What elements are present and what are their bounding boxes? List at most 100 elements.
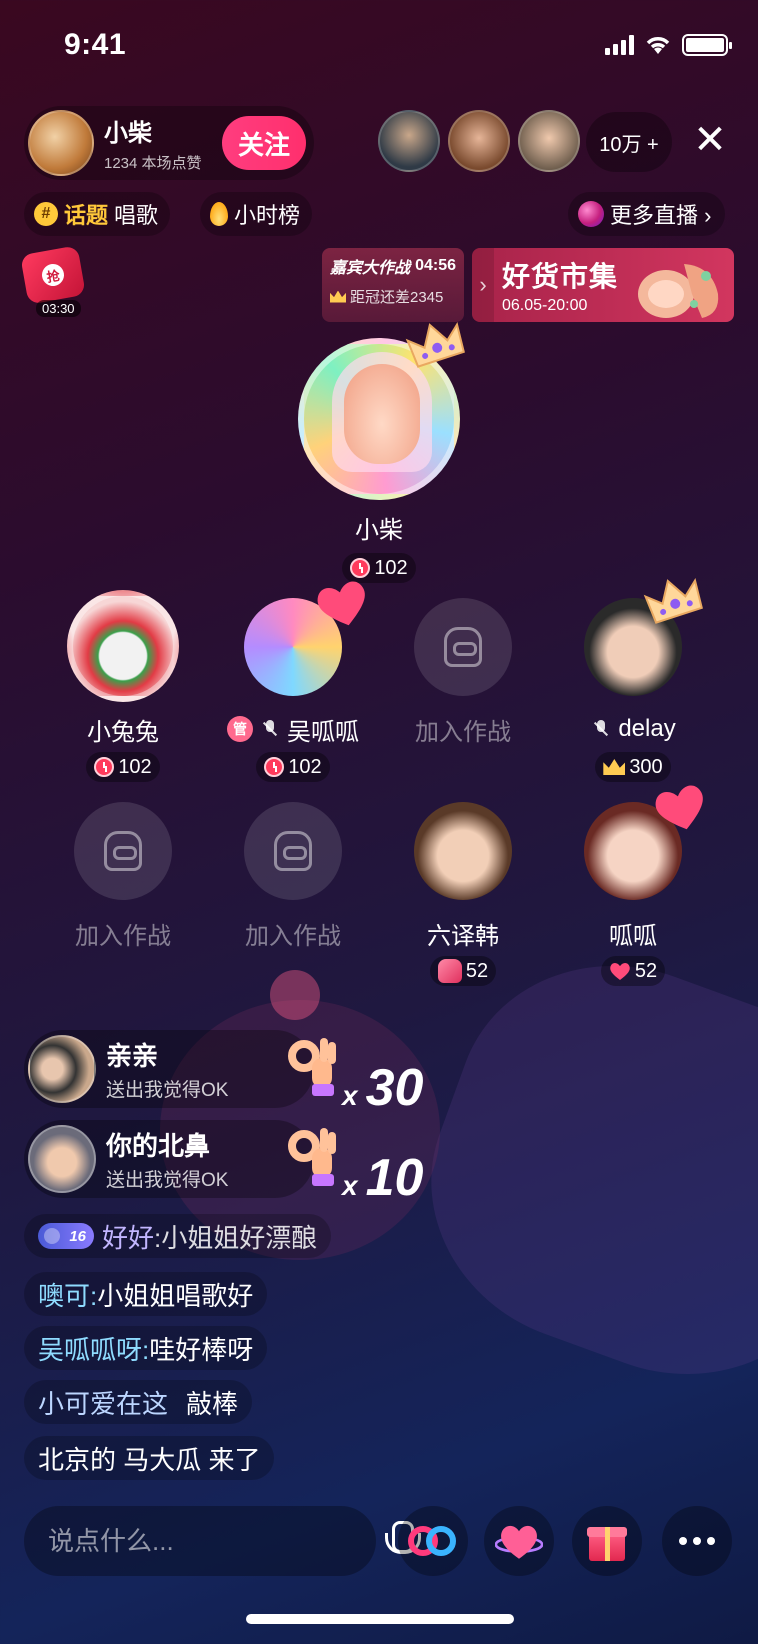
combo-x: x	[342, 1170, 358, 1201]
market-card[interactable]: › 好货市集 06.05-20:00	[472, 248, 734, 322]
combo-count: 30	[365, 1059, 424, 1117]
market-date: 06.05-20:00	[502, 297, 588, 314]
envelope-icon: 抢	[20, 245, 86, 305]
chat-text: 小姐姐唱歌好	[97, 1280, 254, 1311]
chat-user[interactable]: 噢可:	[38, 1276, 97, 1313]
market-art-icon	[638, 264, 719, 318]
viewer-avatar[interactable]	[378, 110, 440, 172]
viewer-avatar[interactable]	[518, 110, 580, 172]
home-indicator	[246, 1614, 514, 1624]
wifi-icon	[646, 37, 670, 54]
seat-3-empty[interactable]: 加入作战	[378, 598, 548, 746]
follow-button[interactable]: 关注	[222, 116, 306, 170]
join-label: 加入作战	[75, 922, 171, 950]
chat-message: 噢可: 小姐姐唱歌好	[24, 1272, 268, 1316]
more-dots-icon	[679, 1537, 715, 1545]
score-value: 52	[465, 959, 489, 982]
battle-title: 嘉宾大作战	[330, 260, 411, 277]
mic-off-icon	[590, 718, 612, 740]
more-button[interactable]	[662, 1506, 732, 1576]
seat-name: 六译韩	[427, 922, 499, 950]
chat-text: 敲棒	[186, 1388, 239, 1419]
host-seat-name: 小柴	[355, 517, 403, 544]
combo-count: 10	[365, 1149, 424, 1207]
seat-5-empty[interactable]: 加入作战	[38, 802, 208, 950]
chat-user[interactable]: 小可爱在这	[38, 1384, 168, 1421]
boxing-glove-icon	[437, 959, 462, 983]
boxing-glove-icon	[104, 831, 142, 871]
heart-icon	[610, 963, 630, 980]
viewer-avatar[interactable]	[448, 110, 510, 172]
seat-avatar[interactable]	[67, 590, 179, 702]
viewer-avatars[interactable]	[378, 110, 580, 172]
manager-badge: 管	[227, 716, 253, 742]
chat-user[interactable]: 好好	[102, 1218, 154, 1255]
signal-icon	[605, 35, 634, 55]
seat-name: 小兔兔	[87, 718, 159, 746]
heart-planet-icon	[495, 1525, 543, 1559]
host-seat-info: 小柴 102	[279, 510, 479, 583]
chat-message: 小可爱在这 敲棒	[24, 1380, 253, 1424]
bg-dot	[270, 970, 320, 1020]
seat-label: delay	[590, 714, 676, 744]
mic-off-icon	[259, 718, 281, 740]
join-seat-button[interactable]	[244, 802, 342, 900]
comment-input[interactable]	[48, 1525, 383, 1557]
topic-tag[interactable]: # 话题 唱歌	[24, 192, 171, 236]
link-button[interactable]	[398, 1506, 468, 1576]
battle-desc: 距冠还差2345	[350, 289, 444, 306]
close-button[interactable]: ✕	[688, 118, 732, 162]
score-value: 102	[288, 755, 322, 778]
combo-x: x	[342, 1080, 358, 1111]
more-live-label: 更多直播 ›	[610, 203, 712, 228]
seat-label: 管 吴呱呱	[227, 714, 359, 746]
comment-input-pill[interactable]	[24, 1506, 421, 1576]
planet-icon	[578, 201, 604, 227]
seat-7[interactable]: 六译韩 52	[378, 802, 548, 986]
gift-row[interactable]: 亲亲 送出我觉得OK	[24, 1030, 336, 1108]
gift-user-name: 亲亲	[106, 1041, 159, 1071]
chat-text: :小姐姐好漂酿	[154, 1222, 318, 1253]
gift-row[interactable]: 你的北鼻 送出我觉得OK	[24, 1120, 336, 1198]
viewer-count[interactable]: 10万 +	[586, 112, 672, 172]
chat-message: 吴呱呱呀: 哇好棒呀	[24, 1326, 268, 1370]
seat-1[interactable]: 小兔兔 102	[38, 590, 208, 782]
bg-shape	[387, 919, 758, 1421]
link-icon	[408, 1526, 458, 1556]
seat-score: 102	[86, 752, 160, 782]
like-button[interactable]	[484, 1506, 554, 1576]
host-info: 小柴 1234 本场点赞	[104, 113, 222, 173]
seat-score: 52	[429, 956, 497, 986]
chat-message: 16 好好 :小姐姐好漂酿	[24, 1214, 332, 1258]
hour-rank-tag[interactable]: 小时榜	[200, 192, 313, 236]
more-live-button[interactable]: 更多直播 ›	[568, 192, 726, 236]
seat-name: 吴呱呱	[287, 718, 359, 746]
seat-6-empty[interactable]: 加入作战	[208, 802, 378, 950]
red-envelope[interactable]: 抢 03:30	[20, 245, 86, 317]
gift-user-avatar[interactable]	[28, 1035, 96, 1103]
seat-4[interactable]: delay 300	[548, 598, 718, 782]
chat-user[interactable]: 吴呱呱呀:	[38, 1330, 149, 1367]
join-seat-button[interactable]	[414, 598, 512, 696]
alarm-icon	[264, 757, 285, 777]
gift-button[interactable]	[572, 1506, 642, 1576]
battle-card[interactable]: 嘉宾大作战 04:56 距冠还差2345	[322, 248, 464, 322]
gift-user-avatar[interactable]	[28, 1125, 96, 1193]
crown-icon	[603, 759, 626, 775]
chat-text: 北京的 马大瓜 来了	[38, 1444, 261, 1475]
topic-value: 唱歌	[114, 203, 159, 228]
flame-icon	[210, 202, 228, 226]
host-likes: 1234 本场点赞	[104, 155, 202, 172]
join-seat-button[interactable]	[74, 802, 172, 900]
market-title: 好货市集	[502, 261, 619, 292]
gift-box-icon	[587, 1521, 627, 1561]
topic-key: 话题	[64, 203, 109, 228]
seat-avatar[interactable]	[414, 802, 512, 900]
seat-score: 52	[600, 956, 666, 986]
host-avatar[interactable]	[28, 110, 94, 176]
hashtag-icon: #	[34, 202, 58, 226]
gift-message: 送出我觉得OK	[106, 1080, 229, 1101]
host-pill[interactable]: 小柴 1234 本场点赞 关注	[24, 106, 314, 180]
boxing-glove-icon	[274, 831, 312, 871]
battle-timer: 04:56	[415, 257, 456, 274]
